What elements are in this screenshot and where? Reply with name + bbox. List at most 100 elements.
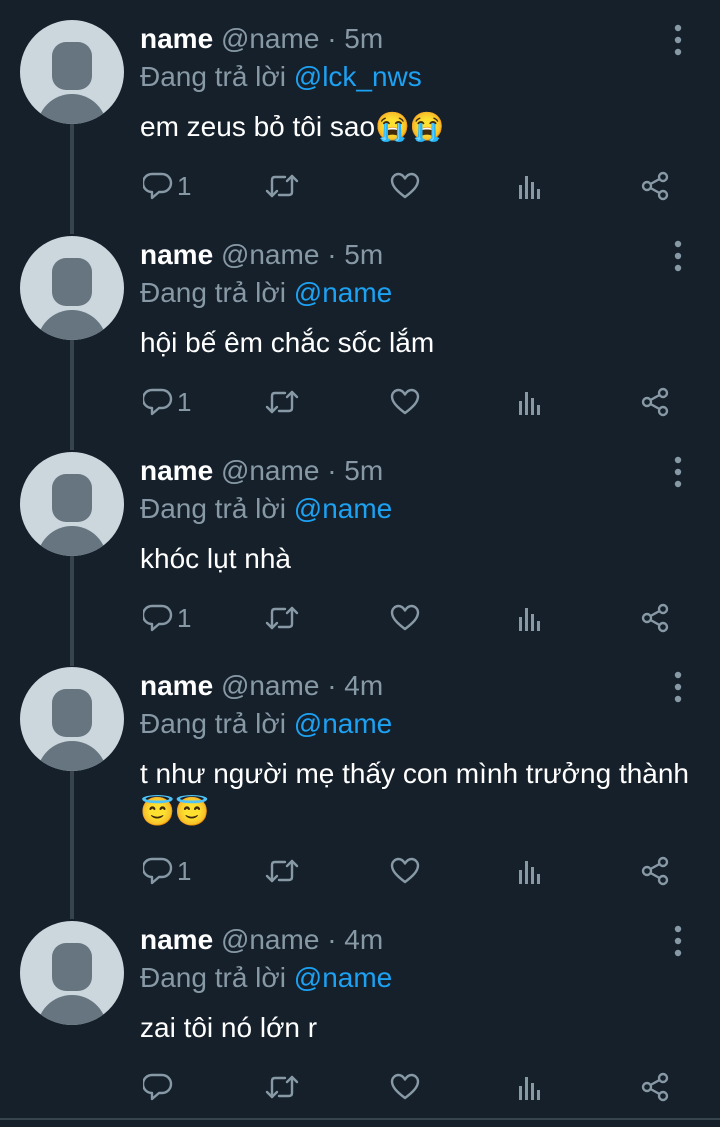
analytics-button[interactable]: [517, 1067, 545, 1107]
more-vertical-icon: [674, 24, 682, 56]
reply-count: 1: [177, 856, 192, 886]
analytics-button[interactable]: [517, 166, 545, 206]
retweet-icon: [265, 1075, 299, 1099]
tweet-actions: 1: [0, 166, 720, 206]
user-handle[interactable]: @name: [221, 670, 319, 701]
avatar[interactable]: [20, 20, 124, 124]
user-handle[interactable]: @name: [221, 23, 319, 54]
reply-bubble-icon: [143, 388, 173, 416]
like-button[interactable]: [390, 851, 420, 891]
timestamp[interactable]: 4m: [344, 924, 383, 955]
avatar-head: [52, 943, 92, 991]
replying-to-line: Đang trả lời @name: [140, 959, 392, 997]
analytics-bars-icon: [519, 392, 540, 415]
analytics-button[interactable]: [517, 382, 545, 422]
timestamp[interactable]: 4m: [344, 670, 383, 701]
heart-icon: [390, 388, 420, 415]
timestamp[interactable]: 5m: [344, 23, 383, 54]
share-button[interactable]: [640, 598, 670, 638]
analytics-button[interactable]: [517, 851, 545, 891]
separator-dot: ·: [327, 239, 337, 270]
share-button[interactable]: [640, 1067, 670, 1107]
display-name[interactable]: name: [140, 455, 213, 486]
reply-button[interactable]: 1: [143, 166, 191, 206]
replying-to-mention[interactable]: @lck_nws: [294, 61, 422, 92]
separator-dot: ·: [327, 455, 337, 486]
reply-count: 1: [177, 387, 192, 417]
avatar-shoulders: [37, 995, 107, 1025]
tweet-item[interactable]: name @name · 5m Đang trả lời @name hội b…: [0, 198, 720, 450]
avatar-shoulders: [37, 526, 107, 556]
tweet-text: em zeus bỏ tôi sao😭😭: [140, 111, 445, 142]
retweet-button[interactable]: [264, 166, 300, 206]
timestamp[interactable]: 5m: [344, 455, 383, 486]
avatar[interactable]: [20, 667, 124, 771]
display-name[interactable]: name: [140, 924, 213, 955]
analytics-button[interactable]: [517, 598, 545, 638]
like-button[interactable]: [390, 1067, 420, 1107]
replying-to-line: Đang trả lời @lck_nws: [140, 58, 422, 96]
tweet-text: zai tôi nó lớn r: [140, 1012, 318, 1043]
reply-bubble-icon: [143, 1073, 173, 1101]
avatar[interactable]: [20, 921, 124, 1025]
more-options-button[interactable]: [662, 454, 694, 490]
retweet-button[interactable]: [264, 851, 300, 891]
more-options-button[interactable]: [662, 22, 694, 58]
heart-icon: [390, 604, 420, 631]
reply-button[interactable]: 1: [143, 851, 191, 891]
user-handle[interactable]: @name: [221, 924, 319, 955]
reply-button[interactable]: [143, 1067, 177, 1107]
retweet-button[interactable]: [264, 598, 300, 638]
replying-to-label: Đang trả lời: [140, 962, 286, 993]
tweet-text: t như người mẹ thấy con mình trưởng thàn…: [140, 758, 690, 827]
display-name[interactable]: name: [140, 670, 213, 701]
heart-icon: [390, 1073, 420, 1100]
user-handle[interactable]: @name: [221, 455, 319, 486]
avatar[interactable]: [20, 236, 124, 340]
tweet-item[interactable]: name @name · 5m Đang trả lời @name khóc …: [0, 414, 720, 666]
avatar[interactable]: [20, 452, 124, 556]
analytics-bars-icon: [519, 1077, 540, 1100]
tweet-actions: 1: [0, 851, 720, 891]
more-options-button[interactable]: [662, 669, 694, 705]
reply-bubble-icon: [143, 604, 173, 632]
share-button[interactable]: [640, 166, 670, 206]
reply-bubble-icon: [143, 857, 173, 885]
share-button[interactable]: [640, 851, 670, 891]
analytics-bars-icon: [519, 608, 540, 631]
more-vertical-icon: [674, 925, 682, 957]
replying-to-mention[interactable]: @name: [294, 708, 392, 739]
reply-button[interactable]: 1: [143, 598, 191, 638]
retweet-icon: [265, 859, 299, 883]
avatar-shoulders: [37, 741, 107, 771]
like-button[interactable]: [390, 166, 420, 206]
share-icon: [641, 856, 669, 886]
replying-to-mention[interactable]: @name: [294, 277, 392, 308]
reply-button[interactable]: 1: [143, 382, 191, 422]
share-icon: [641, 1072, 669, 1102]
like-button[interactable]: [390, 382, 420, 422]
retweet-button[interactable]: [264, 382, 300, 422]
display-name[interactable]: name: [140, 23, 213, 54]
replying-to-mention[interactable]: @name: [294, 493, 392, 524]
tweet-item[interactable]: name @name · 4m Đang trả lời @name zai t…: [0, 883, 720, 1117]
share-button[interactable]: [640, 382, 670, 422]
tweet-header: name @name · 5m: [140, 236, 383, 274]
avatar-head: [52, 42, 92, 90]
retweet-button[interactable]: [264, 1067, 300, 1107]
like-button[interactable]: [390, 598, 420, 638]
more-options-button[interactable]: [662, 238, 694, 274]
reply-count: 1: [177, 603, 192, 633]
heart-icon: [390, 172, 420, 199]
tweet-header: name @name · 5m: [140, 452, 383, 490]
tweet-item[interactable]: name @name · 4m Đang trả lời @name t như…: [0, 629, 720, 919]
user-handle[interactable]: @name: [221, 239, 319, 270]
tweet-item[interactable]: name @name · 5m Đang trả lời @lck_nws em…: [0, 0, 720, 234]
tweet-text: khóc lụt nhà: [140, 543, 291, 574]
replying-to-mention[interactable]: @name: [294, 962, 392, 993]
display-name[interactable]: name: [140, 239, 213, 270]
bottom-divider: [0, 1118, 720, 1120]
retweet-icon: [265, 174, 299, 198]
more-options-button[interactable]: [662, 923, 694, 959]
timestamp[interactable]: 5m: [344, 239, 383, 270]
